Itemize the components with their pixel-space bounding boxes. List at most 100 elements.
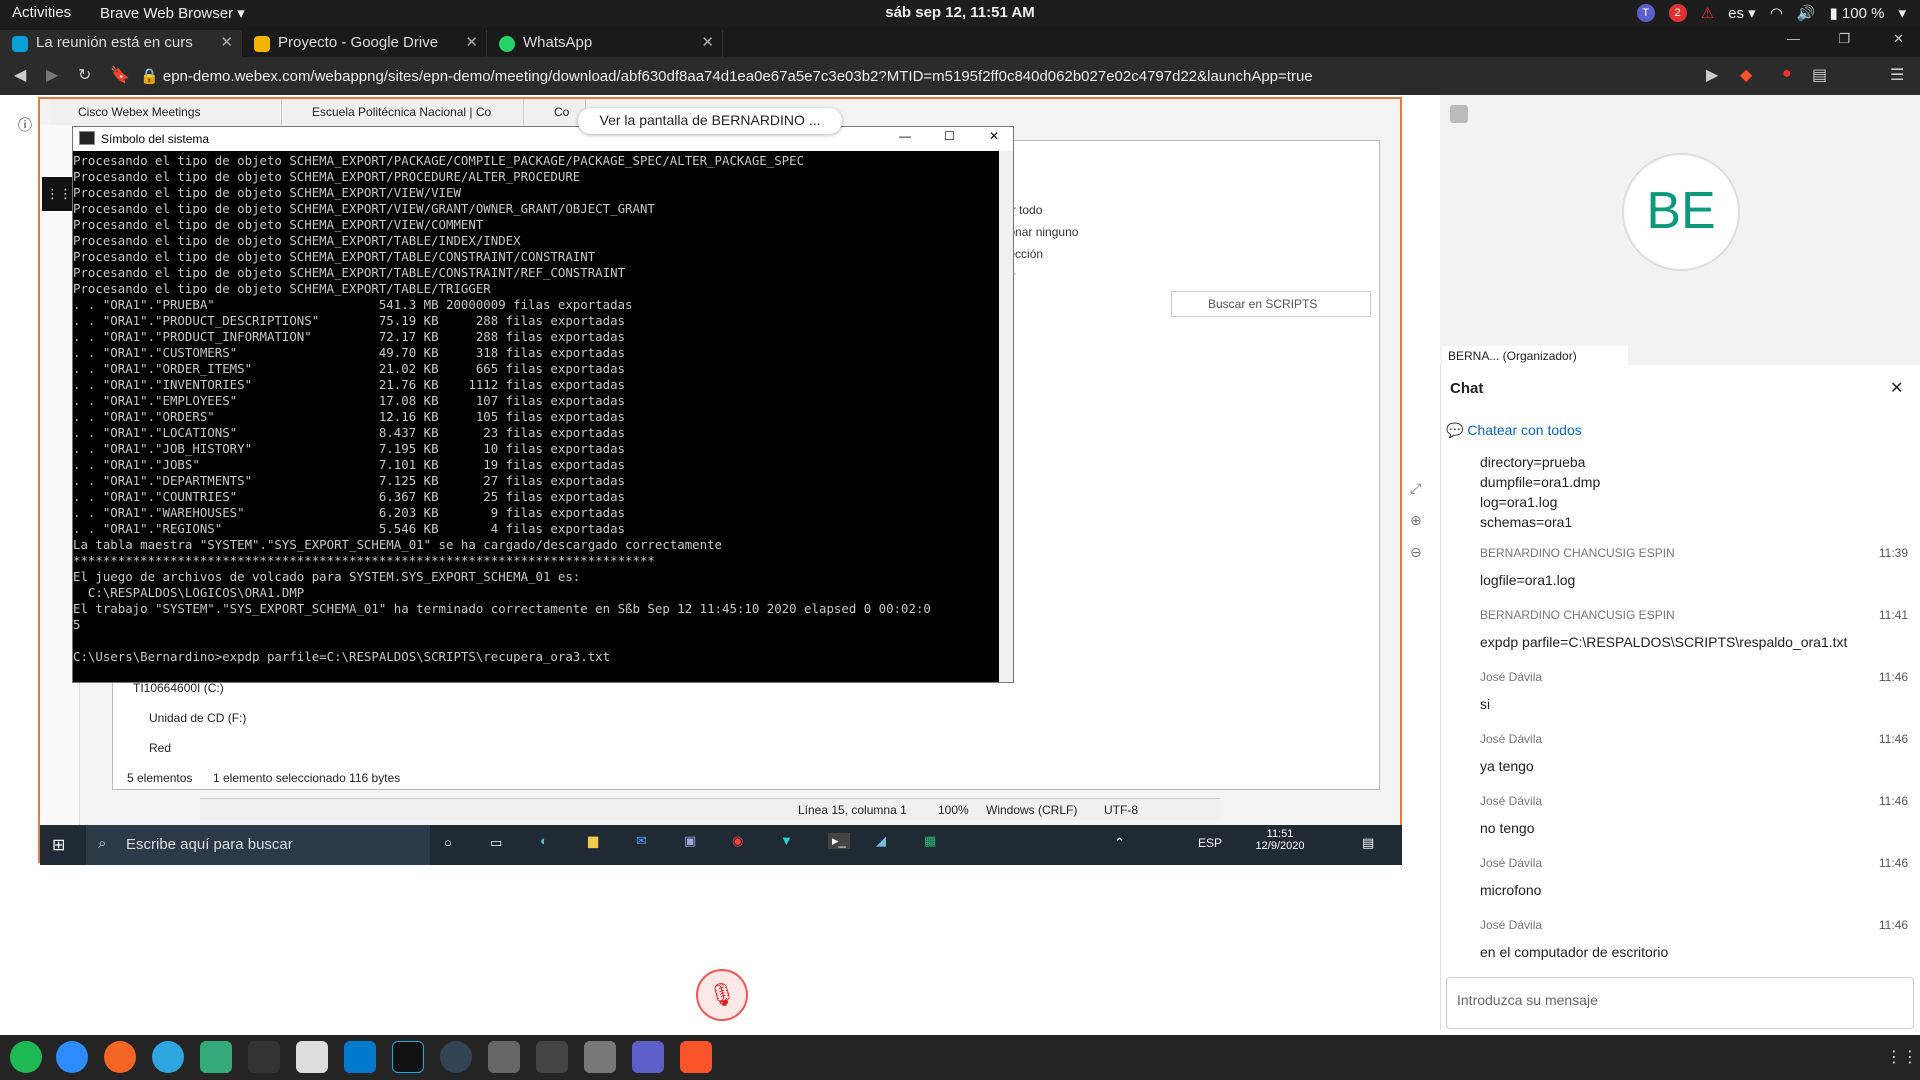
cmd-line: C:\RESPALDOS\LOGICOS\ORA1.DMP xyxy=(73,585,305,600)
drive-f[interactable]: Unidad de CD (F:) xyxy=(149,711,246,725)
tray-up-icon[interactable]: ⌃ xyxy=(1114,835,1125,851)
notification-badge[interactable]: 2 xyxy=(1668,4,1687,22)
gitkraken-icon[interactable] xyxy=(440,1041,472,1073)
teams-tray-icon[interactable]: T xyxy=(1636,4,1655,22)
cmd-title-bar[interactable]: Símbolo del sistema — ☐ ✕ xyxy=(73,127,1013,151)
clock[interactable]: sáb sep 12, 11:51 AM xyxy=(0,4,1920,21)
files-icon[interactable] xyxy=(584,1041,616,1073)
drive-c[interactable]: TI10664600I (C:) xyxy=(133,681,224,695)
info-icon[interactable]: ⓘ xyxy=(18,115,32,135)
address-bar[interactable]: 🔒 epn-demo.webex.com/webappng/sites/epn-… xyxy=(140,64,1700,88)
power-menu-icon[interactable]: ▾ xyxy=(1898,4,1906,22)
tab-webex[interactable]: La reunión está en curs ✕ xyxy=(0,30,242,57)
collapse-video-icon[interactable] xyxy=(1450,105,1468,123)
text-editor-icon[interactable] xyxy=(296,1041,328,1073)
maps-icon[interactable] xyxy=(200,1041,232,1073)
close-chat-icon[interactable]: ✕ xyxy=(1890,378,1903,398)
notification-center-icon[interactable]: ▤ xyxy=(1362,835,1374,851)
cmd-taskbar-icon[interactable]: ▸_ xyxy=(828,833,850,849)
search-explorer-input[interactable]: Buscar en SCRIPTS xyxy=(1171,291,1371,317)
win-date: 12/9/2020 xyxy=(1255,840,1305,852)
chat-sender: BERNARDINO CHANCUSIG ESPIN xyxy=(1480,546,1675,560)
win-language[interactable]: ESP xyxy=(1198,836,1222,850)
tab-whatsapp[interactable]: WhatsApp ✕ xyxy=(487,30,723,57)
tool-icon[interactable]: ◢ xyxy=(876,833,886,849)
close-tab-icon[interactable]: ✕ xyxy=(465,33,478,51)
restore-window-button[interactable]: ❐ xyxy=(1838,31,1850,47)
close-tab-icon[interactable]: ✕ xyxy=(701,33,714,51)
expand-icon[interactable]: ⤢ xyxy=(1410,478,1422,498)
vpn-icon[interactable]: ▼ xyxy=(780,833,793,848)
inner-tab-other[interactable]: Co xyxy=(526,99,586,125)
volume-icon[interactable]: 🔊 xyxy=(1797,4,1816,22)
ubuntu-dock: ⋮⋮⋮ xyxy=(0,1035,1920,1080)
windows-start-icon[interactable]: ⊞ xyxy=(52,835,65,855)
spotify-icon[interactable] xyxy=(10,1041,42,1073)
cmd-line: . . "ORA1"."COUNTRIES" 6.367 KB 25 filas… xyxy=(73,489,626,504)
language-selector[interactable]: es ▾ xyxy=(1728,4,1756,22)
camera-app-icon[interactable] xyxy=(488,1041,520,1073)
maximize-cmd-button[interactable]: ☐ xyxy=(944,129,955,143)
battery-label: 100 % xyxy=(1841,5,1885,22)
zoom-icon[interactable] xyxy=(56,1041,88,1073)
teams-icon[interactable] xyxy=(632,1041,664,1073)
cmd-scrollbar[interactable] xyxy=(999,151,1013,682)
postman-icon[interactable] xyxy=(104,1041,136,1073)
close-cmd-button[interactable]: ✕ xyxy=(989,129,999,143)
inner-tab-epn[interactable]: Escuela Politécnica Nacional | Co xyxy=(284,99,524,125)
brave-icon[interactable] xyxy=(680,1041,712,1073)
zoom-in-icon[interactable]: ⊕ xyxy=(1410,510,1422,530)
win-clock[interactable]: 11:51 12/9/2020 xyxy=(1250,828,1310,852)
tab-label: La reunión está en curs xyxy=(36,34,193,51)
cortana-icon[interactable]: ○ xyxy=(444,835,452,850)
inner-tab-label: Cisco Webex Meetings xyxy=(78,105,201,119)
wifi-icon[interactable]: ◠ xyxy=(1770,4,1783,22)
app2-icon[interactable]: ▦ xyxy=(924,833,936,849)
close-tab-icon[interactable]: ✕ xyxy=(220,33,233,51)
zoom-level: 100% xyxy=(938,803,969,817)
webstorm-icon[interactable] xyxy=(392,1041,424,1073)
chrome-icon[interactable]: ◉ xyxy=(732,833,743,849)
file-explorer-icon[interactable]: ▆ xyxy=(588,833,598,849)
close-window-button[interactable]: ✕ xyxy=(1893,31,1904,47)
windows-search-placeholder: Escribe aquí para buscar xyxy=(126,836,293,853)
chat-message-input[interactable]: Introduzca su mensaje xyxy=(1446,977,1914,1029)
menu-icon[interactable]: ☰ xyxy=(1890,65,1904,85)
zoom-out-icon[interactable]: ⊖ xyxy=(1410,542,1422,562)
terminal-icon[interactable] xyxy=(248,1041,280,1073)
command-prompt-window[interactable]: Símbolo del sistema — ☐ ✕ Procesando el … xyxy=(72,126,1014,683)
minimize-cmd-button[interactable]: — xyxy=(899,129,911,143)
extension-icon[interactable]: ● xyxy=(1782,65,1792,83)
viewing-screen-banner[interactable]: Ver la pantalla de BERNARDINO ... xyxy=(578,108,842,134)
apps-grid-icon[interactable]: ⋮⋮ xyxy=(42,177,76,211)
battery-indicator[interactable]: ▮ 100 % xyxy=(1830,4,1885,22)
task-view-icon[interactable]: ▭ xyxy=(490,835,502,851)
chat-time: 11:46 xyxy=(1878,918,1908,932)
chat-recipient-label: Chatear con todos xyxy=(1467,422,1582,438)
organizer-label[interactable]: BERNA... (Organizador) xyxy=(1442,346,1628,366)
warning-icon[interactable]: ⚠ xyxy=(1701,4,1714,22)
back-icon[interactable]: ◀ xyxy=(14,65,26,85)
vscode-icon[interactable] xyxy=(344,1041,376,1073)
chat-title: Chat xyxy=(1450,380,1484,397)
windows-search-box[interactable]: ⌕ Escribe aquí para buscar xyxy=(86,825,430,865)
edge-icon[interactable]: ◐ xyxy=(540,833,548,848)
wallet-icon[interactable]: ▤ xyxy=(1812,65,1827,85)
tab-google-drive[interactable]: Proyecto - Google Drive ✕ xyxy=(242,30,487,57)
bookmark-icon[interactable]: 🔖 xyxy=(110,65,130,85)
chat-recipient-selector[interactable]: 💬 Chatear con todos xyxy=(1446,422,1582,439)
telegram-icon[interactable] xyxy=(152,1041,184,1073)
show-apps-icon[interactable]: ⋮⋮⋮ xyxy=(1886,1047,1920,1067)
reload-icon[interactable]: ↻ xyxy=(78,65,91,85)
minimize-window-button[interactable]: — xyxy=(1787,31,1800,46)
camera-icon[interactable]: ▶ xyxy=(1706,65,1718,85)
app-icon[interactable]: ▣ xyxy=(684,833,696,849)
forward-icon[interactable]: ▶ xyxy=(46,65,58,85)
mute-microphone-button[interactable]: 🎙 xyxy=(696,969,748,1021)
network-item[interactable]: Red xyxy=(149,741,171,755)
mail-icon[interactable]: ✉ xyxy=(636,833,647,849)
brave-shields-icon[interactable]: ◆ xyxy=(1740,65,1752,85)
gimp-icon[interactable] xyxy=(536,1041,568,1073)
inner-tab-webex[interactable]: Cisco Webex Meetings xyxy=(50,99,282,125)
search-icon: ⌕ xyxy=(98,835,107,852)
